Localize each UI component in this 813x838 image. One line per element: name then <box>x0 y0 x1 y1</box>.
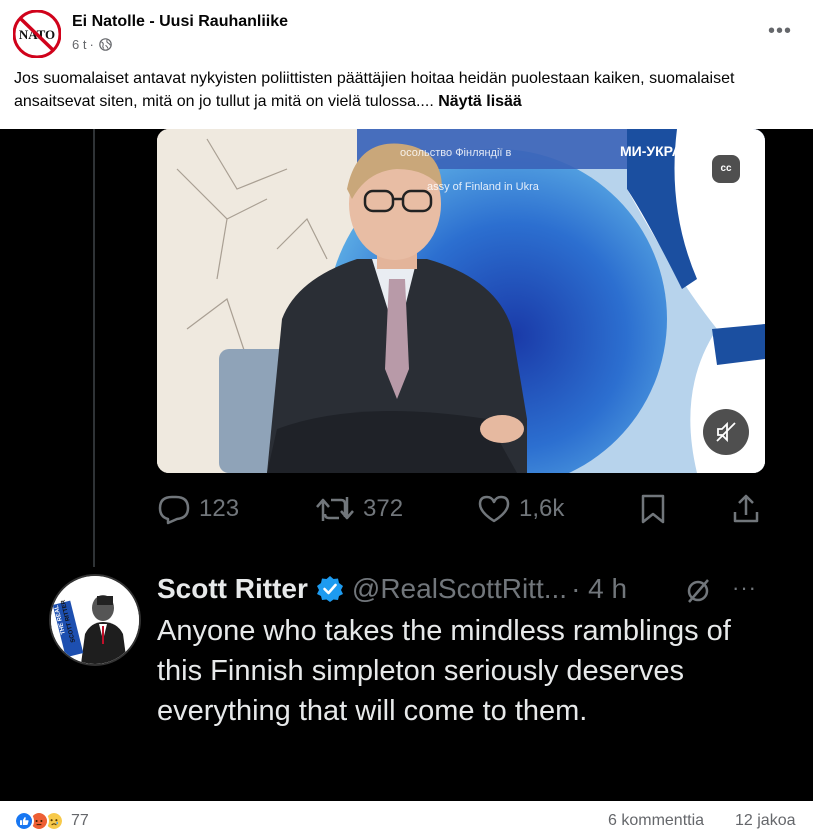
page-avatar[interactable]: NATO <box>12 9 62 59</box>
verified-badge-icon <box>316 576 343 602</box>
share-action[interactable] <box>731 493 761 525</box>
tweet-timestamp[interactable]: · 4 h <box>571 573 627 605</box>
tweet-text: Anyone who takes the mindless ramblings … <box>157 615 731 727</box>
post-image[interactable]: осольство Фінляндії в assy of Finland in… <box>0 129 813 801</box>
post-footer: 77 6 kommenttia 12 jakoa <box>0 801 813 838</box>
speaker-muted-icon <box>716 421 736 443</box>
reply-action[interactable]: 123 <box>157 493 239 525</box>
heart-icon <box>478 495 510 523</box>
like-action[interactable]: 1,6k <box>477 493 564 525</box>
no-nato-logo-icon: NATO <box>12 9 62 59</box>
mute-button[interactable] <box>703 409 749 455</box>
grok-icon[interactable] <box>684 577 712 605</box>
see-more-link[interactable]: Näytä lisää <box>438 93 522 110</box>
post-time[interactable]: 6 t <box>72 37 86 52</box>
caption-text: Jos suomalaiset antavat nykyisten poliit… <box>14 70 735 110</box>
globe-icon <box>99 38 112 51</box>
tweet-more-options-button[interactable]: ··· <box>732 575 757 601</box>
post-options-button[interactable]: ••• <box>766 20 794 44</box>
like-count: 1,6k <box>519 495 565 522</box>
retweet-count: 372 <box>363 495 404 522</box>
tweet-author-handle[interactable]: @RealScottRitt... <box>352 573 567 605</box>
like-reaction-icon <box>14 811 34 831</box>
reply-count: 123 <box>199 495 240 522</box>
reaction-summary[interactable]: 77 <box>14 810 89 832</box>
thread-line <box>93 129 95 567</box>
video-thumbnail: осольство Фінляндії в assy of Finland in… <box>157 129 765 473</box>
meta-separator: · <box>89 37 94 52</box>
share-count-link[interactable]: 12 jakoa <box>735 812 796 830</box>
share-icon <box>733 494 759 523</box>
post-meta: 6 t · <box>72 37 112 52</box>
scott-ritter-portrait-icon: THE REAL SCOTT RITTER <box>51 576 139 664</box>
retweet-icon <box>316 497 354 521</box>
comment-count-link[interactable]: 6 kommenttia <box>608 812 704 830</box>
tweet-action-bar: 123 372 1,6k <box>157 489 767 529</box>
reaction-count: 77 <box>71 812 89 829</box>
retweet-action[interactable]: 372 <box>315 493 403 525</box>
tweet-author-avatar[interactable]: THE REAL SCOTT RITTER <box>49 574 141 666</box>
bookmark-action[interactable] <box>639 493 667 525</box>
banner-text-ukrainian: осольство Фінляндії в <box>400 147 512 159</box>
banner-text-right: МИ-УКРАЇНА <box>620 143 706 159</box>
captions-icon[interactable]: cc <box>712 155 740 183</box>
reply-icon <box>158 495 190 525</box>
tweet-author-name[interactable]: Scott Ritter <box>157 573 308 605</box>
bookmark-icon <box>641 494 665 524</box>
page-name-link[interactable]: Ei Natolle - Uusi Rauhanliike <box>72 13 288 31</box>
post-caption: Jos suomalaiset antavat nykyisten poliit… <box>14 67 804 113</box>
post-header: NATO Ei Natolle - Uusi Rauhanliike 6 t ·… <box>0 0 813 64</box>
banner-text-english: assy of Finland in Ukra <box>427 181 539 193</box>
tweet-header: Scott Ritter @RealScottRitt... · 4 h <box>157 569 627 609</box>
